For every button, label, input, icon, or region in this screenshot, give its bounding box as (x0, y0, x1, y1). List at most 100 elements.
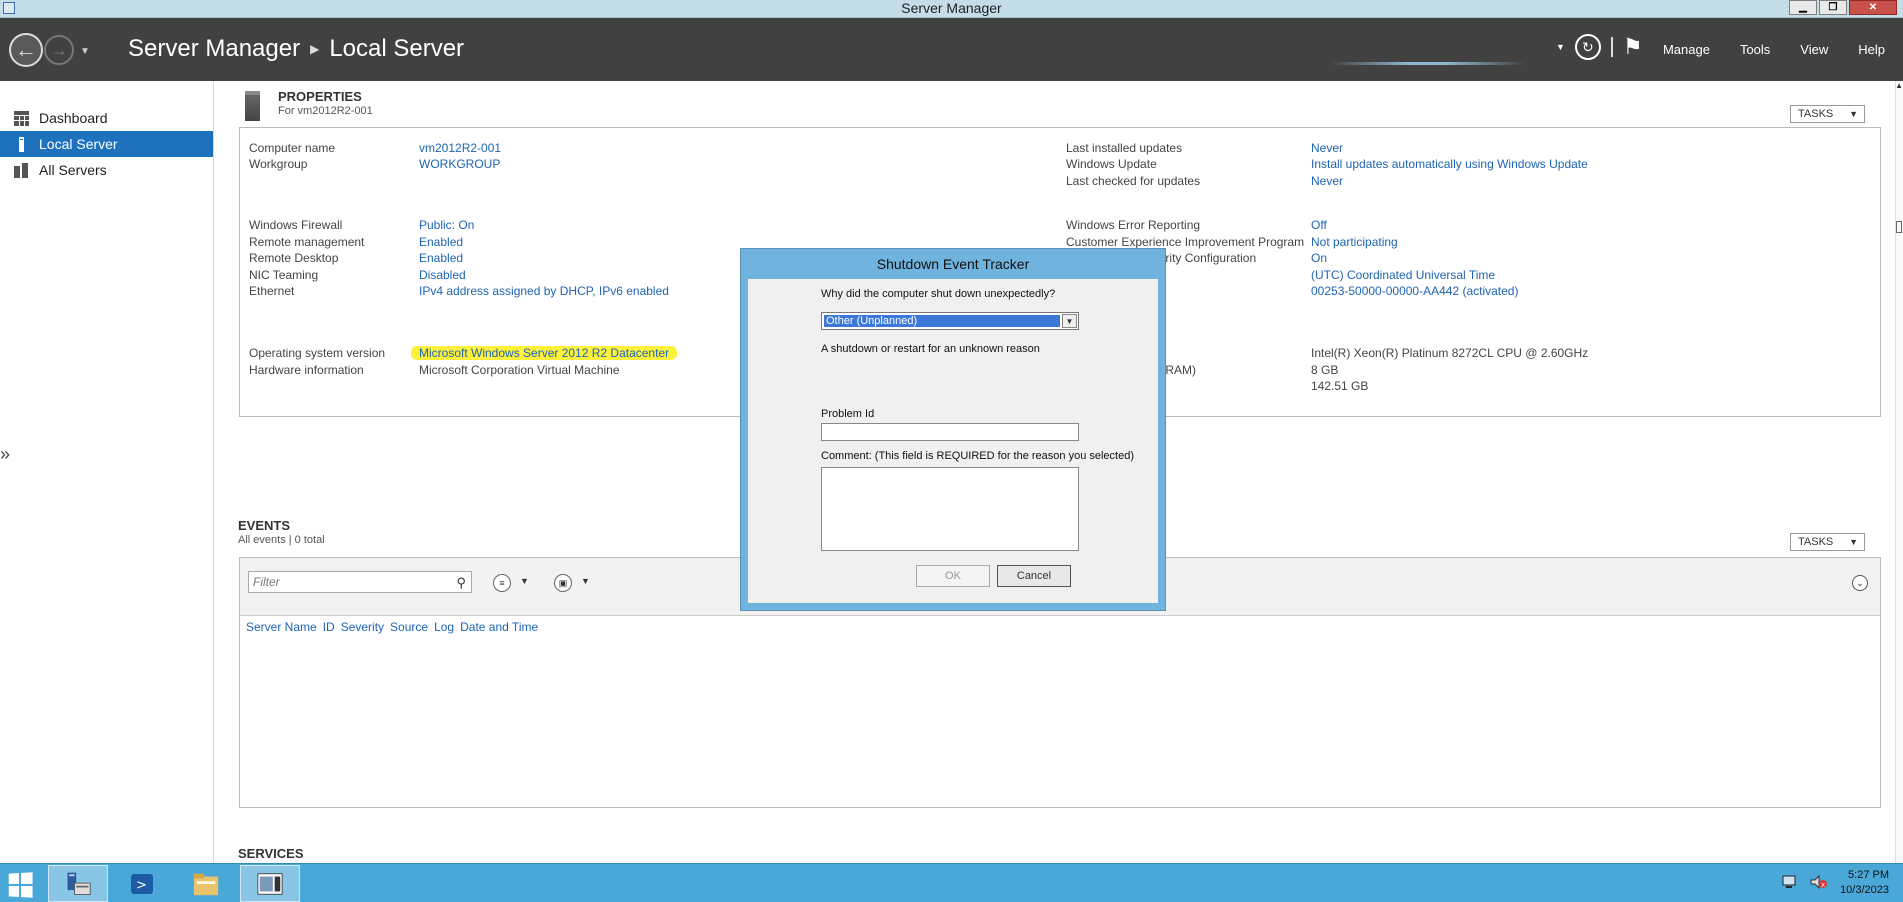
remote-management-link[interactable]: Enabled (419, 235, 463, 249)
dialog-title: Shutdown Event Tracker (876, 256, 1030, 272)
chevron-down-icon[interactable]: ▼ (581, 576, 590, 586)
chevron-down-icon[interactable]: ▼ (1062, 314, 1077, 328)
property-row: NIC Teaming Disabled (249, 268, 466, 282)
menu-help[interactable]: Help (1858, 42, 1885, 57)
ok-button[interactable]: OK (916, 565, 990, 587)
sidebar-item-dashboard[interactable]: Dashboard (0, 105, 213, 131)
scroll-thumb[interactable] (1896, 221, 1902, 233)
history-dropdown-icon[interactable]: ▼ (80, 46, 90, 57)
property-label: Customer Experience Improvement Program (1066, 235, 1305, 249)
events-tasks-button[interactable]: TASKS ▼ (1790, 533, 1865, 551)
breadcrumb-current: Local Server (329, 35, 465, 62)
computer-name-link[interactable]: vm2012R2-001 (419, 141, 501, 155)
windows-update-link[interactable]: Install updates automatically using Wind… (1311, 157, 1588, 171)
search-icon[interactable]: ⚲ (456, 573, 466, 593)
shutdown-event-tracker-dialog: Shutdown Event Tracker Why did the compu… (740, 248, 1166, 611)
minimize-button[interactable]: ▁ (1789, 0, 1817, 15)
close-button[interactable]: ✕ (1849, 0, 1897, 15)
refresh-icon[interactable]: ↻ (1574, 34, 1601, 60)
property-label: Windows Firewall (249, 218, 343, 232)
time-zone-link[interactable]: (UTC) Coordinated Universal Time (1311, 268, 1495, 282)
menu-manage[interactable]: Manage (1663, 42, 1710, 57)
property-label: Last installed updates (1066, 141, 1183, 155)
ethernet-link[interactable]: IPv4 address assigned by DHCP, IPv6 enab… (419, 284, 669, 298)
property-row: Windows Firewall Public: On (249, 218, 474, 232)
comment-textarea[interactable] (821, 467, 1079, 551)
menu-tools[interactable]: Tools (1740, 42, 1770, 57)
list-options-icon[interactable]: ≡ (493, 574, 511, 592)
cancel-button[interactable]: Cancel (997, 565, 1071, 587)
vertical-scrollbar[interactable]: ▲ (1895, 81, 1903, 863)
column-date-time[interactable]: Date and Time (460, 620, 538, 634)
forward-arrow-icon[interactable]: → (44, 35, 74, 65)
taskbar-powershell-icon[interactable]: > (112, 865, 172, 902)
property-label: Remote Desktop (249, 251, 339, 265)
property-row: Computer name vm2012R2-001 (249, 141, 501, 155)
breadcrumb-root[interactable]: Server Manager (128, 35, 300, 63)
column-source[interactable]: Source (390, 620, 428, 634)
services-title: SERVICES (238, 846, 304, 861)
error-reporting-link[interactable]: Off (1311, 218, 1327, 232)
all-servers-icon (14, 162, 29, 178)
tasks-label: TASKS (1798, 536, 1834, 548)
back-arrow-icon[interactable]: ← (9, 33, 43, 67)
ie-esc-link[interactable]: On (1311, 251, 1327, 265)
nic-teaming-link[interactable]: Disabled (419, 268, 466, 282)
column-server-name[interactable]: Server Name (246, 620, 317, 634)
property-label: Computer name (249, 141, 336, 155)
filter-placeholder: Filter (253, 575, 280, 589)
taskbar-clock[interactable]: 5:27 PM 10/3/2023 (1840, 868, 1889, 898)
ram-value: 8 GB (1311, 363, 1339, 377)
property-label: Remote management (249, 235, 365, 249)
shutdown-reason-select[interactable]: Other (Unplanned) ▼ (821, 312, 1079, 330)
volume-muted-icon[interactable]: x (1810, 874, 1828, 892)
property-row: Last checked for updates Never (1066, 174, 1343, 188)
save-query-icon[interactable]: ▣ (554, 574, 572, 592)
dialog-body: Why did the computer shut down unexpecte… (748, 279, 1158, 603)
chevron-down-icon[interactable]: ▼ (520, 576, 529, 586)
notifications-flag-icon[interactable]: ⚑ (1623, 34, 1643, 60)
property-row: Windows Error Reporting Off (1066, 218, 1327, 232)
sidebar: Dashboard Local Server All Servers » (0, 81, 214, 863)
last-installed-updates-link[interactable]: Never (1311, 141, 1343, 155)
properties-subtitle: For vm2012R2-001 (278, 105, 373, 117)
taskbar-file-explorer-icon[interactable] (176, 865, 236, 902)
hardware-info-value: Microsoft Corporation Virtual Machine (419, 363, 620, 377)
dashboard-icon (14, 110, 29, 126)
sidebar-item-label: Dashboard (39, 110, 108, 126)
collapse-panel-icon[interactable]: ⌄ (1852, 575, 1868, 591)
sidebar-item-local-server[interactable]: Local Server (0, 131, 213, 157)
workgroup-link[interactable]: WORKGROUP (419, 157, 500, 171)
system-tray: x 5:27 PM 10/3/2023 (1782, 868, 1889, 898)
property-row: Remote management Enabled (249, 235, 463, 249)
last-checked-updates-link[interactable]: Never (1311, 174, 1343, 188)
properties-tasks-button[interactable]: TASKS ▼ (1790, 105, 1865, 123)
svg-text:x: x (1821, 881, 1825, 889)
sidebar-item-all-servers[interactable]: All Servers (0, 157, 213, 183)
property-label: Windows Error Reporting (1066, 218, 1201, 232)
taskbar-server-manager-icon[interactable] (48, 865, 108, 902)
os-version-link[interactable]: Microsoft Windows Server 2012 R2 Datacen… (411, 346, 678, 360)
column-severity[interactable]: Severity (341, 620, 384, 634)
ceip-link[interactable]: Not participating (1311, 235, 1398, 249)
network-icon[interactable] (1782, 875, 1798, 892)
property-label: Last checked for updates (1066, 174, 1201, 188)
taskbar-shutdown-tracker-icon[interactable] (240, 865, 300, 902)
remote-desktop-link[interactable]: Enabled (419, 251, 463, 265)
firewall-link[interactable]: Public: On (419, 218, 474, 232)
menu-view[interactable]: View (1800, 42, 1828, 57)
problem-id-input[interactable] (821, 423, 1079, 441)
property-label: Workgroup (249, 157, 308, 171)
clock-date: 10/3/2023 (1840, 884, 1889, 896)
dropdown-caret-icon[interactable]: ▼ (1556, 42, 1565, 52)
comment-label: Comment: (This field is REQUIRED for the… (821, 450, 1135, 462)
column-log[interactable]: Log (434, 620, 454, 634)
restore-button[interactable]: ❐ (1819, 0, 1847, 15)
filter-input[interactable]: Filter ⚲ (248, 571, 472, 593)
column-id[interactable]: ID (323, 620, 335, 634)
windows-start-icon[interactable] (8, 872, 33, 898)
sidebar-item-label: All Servers (39, 162, 107, 178)
expand-sidebar-icon[interactable]: » (0, 444, 10, 465)
scroll-up-icon[interactable]: ▲ (1895, 81, 1903, 90)
product-id-link[interactable]: 00253-50000-00000-AA442 (activated) (1311, 284, 1518, 298)
